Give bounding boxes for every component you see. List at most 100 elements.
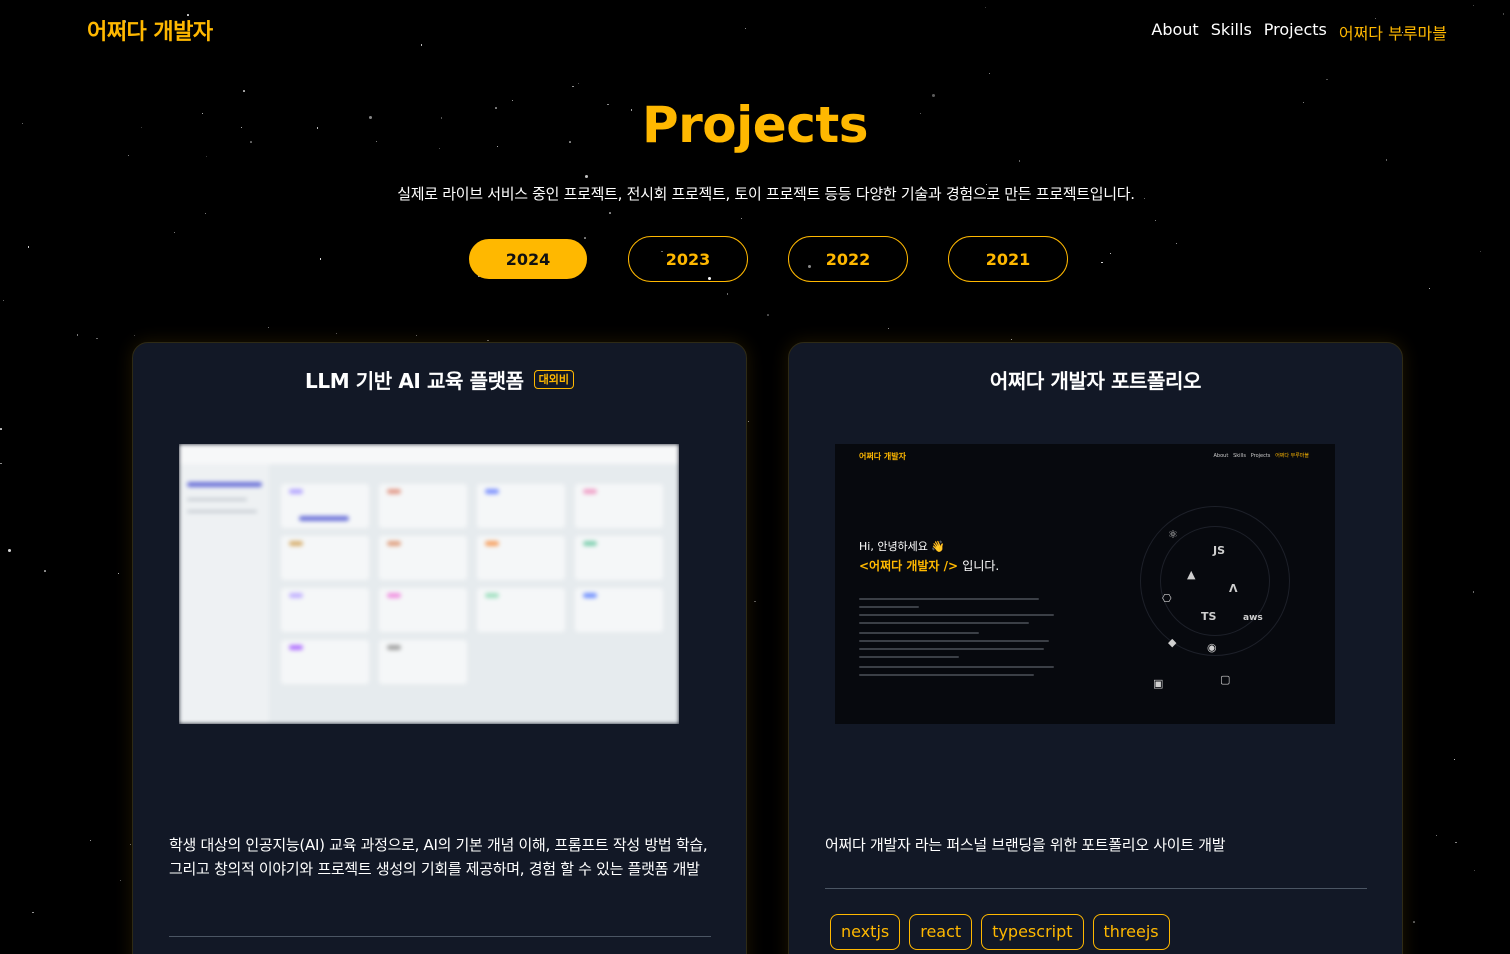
year-tab-2023[interactable]: 2023 (628, 236, 748, 282)
preview-name-tag: <어쩌다 개발자 /> (859, 559, 959, 573)
card-title-row: LLM 기반 AI 교육 플랫폼 대외비 (133, 365, 746, 394)
star (1413, 921, 1415, 923)
card-description: 어쩌다 개발자 라는 퍼스널 브랜딩을 위한 포트폴리오 사이트 개발 (825, 836, 1226, 854)
star (127, 154, 129, 156)
star (1472, 591, 1475, 593)
star (90, 839, 92, 841)
star (0, 428, 2, 430)
preview-name: <어쩌다 개발자 /> 입니다. (859, 557, 999, 574)
preview-nav-item: 어쩌다 부루마블 (1275, 453, 1309, 459)
star (1480, 251, 1482, 253)
blurred-block (289, 645, 303, 650)
blurred-block (387, 541, 401, 546)
tag-react[interactable]: react (909, 914, 973, 950)
blurred-block (387, 593, 401, 598)
preview-greeting: Hi, 안녕하세요 👋 (859, 540, 946, 553)
star (1109, 253, 1111, 255)
preview-body-text (859, 598, 1059, 682)
tech-tags: nextjs react typescript threejs (830, 914, 1170, 950)
star (7, 548, 11, 552)
nav-bluemarble[interactable]: 어쩌다 부루마블 (1339, 20, 1447, 44)
star (1435, 834, 1438, 837)
star (134, 335, 136, 336)
star (767, 314, 769, 316)
blurred-block (387, 489, 401, 494)
css-icon: ▢ (1220, 673, 1231, 686)
react-icon: ⚛ (1168, 528, 1178, 541)
preview-nav-item: Projects (1250, 453, 1271, 459)
card-title-row: 어쩌다 개발자 포트폴리오 (789, 365, 1402, 394)
site-header: 어쩌다 개발자 About Skills Projects 어쩌다 부루마블 (0, 0, 1510, 62)
star (1473, 869, 1476, 872)
star (118, 572, 120, 574)
card-title: LLM 기반 AI 교육 플랫폼 (305, 369, 524, 393)
html5-icon: ▣ (1153, 677, 1164, 690)
nav-skills[interactable]: Skills (1211, 20, 1252, 44)
star (754, 600, 756, 603)
star (487, 339, 489, 342)
card-divider (169, 936, 711, 937)
portfolio-screenshot: 어쩌다 개발자 About Skills Projects 어쩌다 부루마블 H… (835, 444, 1335, 724)
star (243, 90, 245, 92)
blurred-block (289, 541, 303, 546)
lms-screenshot-blurred (179, 444, 679, 724)
tag-typescript[interactable]: typescript (981, 914, 1084, 950)
blurred-block (583, 489, 597, 494)
star (609, 212, 611, 214)
openai-icon: ⎔ (1162, 592, 1172, 605)
blurred-block (289, 593, 303, 598)
star (888, 327, 890, 329)
tag-nextjs[interactable]: nextjs (830, 914, 901, 950)
blurred-block (179, 444, 679, 464)
star (1011, 339, 1013, 341)
year-tab-2024[interactable]: 2024 (469, 239, 587, 279)
star (2, 299, 4, 301)
star (205, 156, 207, 158)
star (44, 570, 46, 572)
blurred-block (387, 645, 401, 650)
vercel-icon: Λ (1229, 582, 1238, 595)
project-card[interactable]: 어쩌다 개발자 포트폴리오 어쩌다 개발자 About Skills Proje… (788, 342, 1403, 954)
blurred-block (289, 489, 303, 494)
star (989, 72, 991, 74)
star (572, 85, 574, 88)
project-thumbnail[interactable]: 어쩌다 개발자 About Skills Projects 어쩌다 부루마블 H… (835, 444, 1335, 724)
preview-nav-item: Skills (1233, 453, 1246, 459)
star (129, 843, 132, 846)
star (319, 258, 322, 260)
star (1018, 160, 1021, 162)
blurred-block (485, 541, 499, 546)
star (747, 420, 750, 423)
page-subtitle: 실제로 라이브 서비스 중인 프로젝트, 전시회 프로젝트, 토이 프로젝트 등… (397, 185, 1135, 203)
preview-nav: About Skills Projects 어쩌다 부루마블 (1214, 452, 1310, 459)
nodejs-icon: ◆ (1168, 636, 1177, 649)
blurred-block (187, 498, 247, 501)
star (1428, 288, 1430, 290)
star (204, 212, 206, 214)
blurred-block (583, 541, 597, 546)
star (578, 82, 580, 84)
star (1385, 159, 1388, 161)
year-tab-2022[interactable]: 2022 (788, 236, 908, 282)
blurred-block (299, 516, 349, 521)
star (268, 326, 270, 328)
preview-nav-item: About (1213, 453, 1229, 459)
preview-logo: 어쩌다 개발자 (859, 452, 906, 461)
blurred-block (187, 482, 262, 487)
nav-projects[interactable]: Projects (1264, 20, 1327, 44)
star (740, 218, 742, 220)
year-tab-2021[interactable]: 2021 (948, 236, 1068, 282)
project-card[interactable]: LLM 기반 AI 교육 플랫폼 대외비 학생 대상의 인공지능(AI) 교육 … (132, 342, 747, 954)
tag-threejs[interactable]: threejs (1092, 914, 1170, 950)
card-divider (825, 888, 1367, 889)
site-logo[interactable]: 어쩌다 개발자 (87, 14, 213, 46)
star (1155, 219, 1157, 221)
star (726, 293, 729, 295)
blurred-block (485, 489, 499, 494)
star (585, 174, 589, 178)
nav-about[interactable]: About (1151, 20, 1198, 44)
card-description: 학생 대상의 인공지능(AI) 교육 과정으로, AI의 기본 개념 이해, 프… (169, 836, 708, 878)
star (32, 911, 34, 914)
star (415, 335, 417, 337)
project-thumbnail[interactable] (179, 444, 679, 724)
